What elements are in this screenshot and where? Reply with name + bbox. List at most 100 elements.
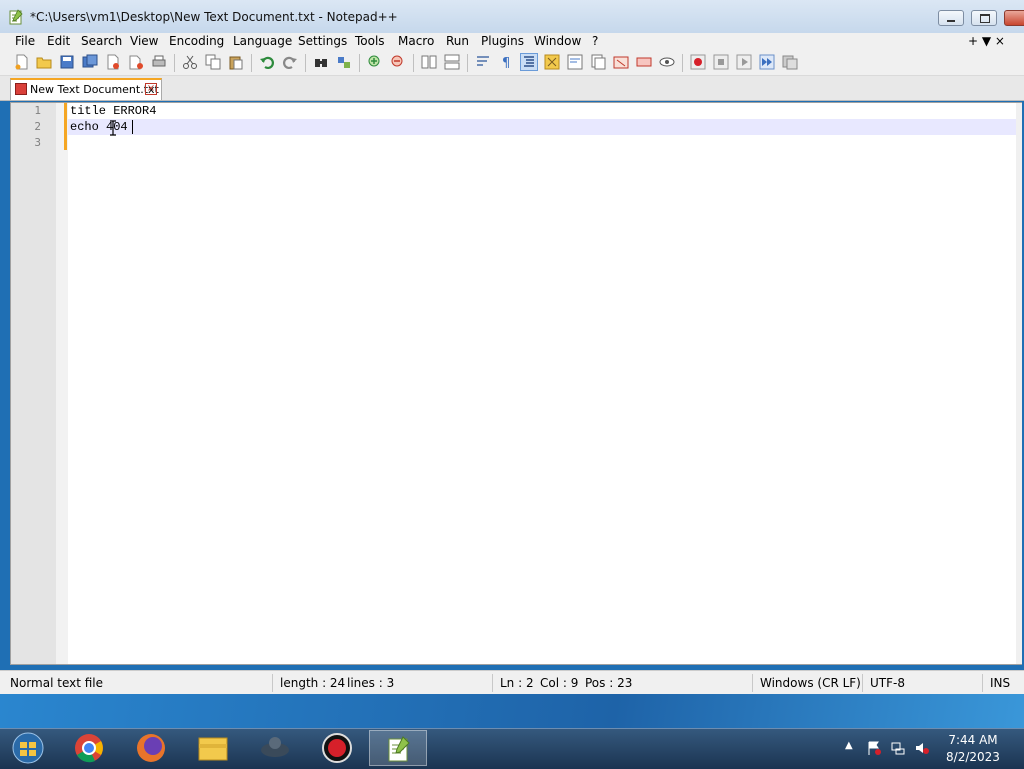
start-orb-icon[interactable] (2, 730, 58, 766)
toolbar: ¶ (0, 49, 1024, 76)
status-file-type: Normal text file (10, 676, 104, 690)
minimize-button[interactable] (938, 10, 964, 26)
clock-time[interactable]: 7:44 AM (940, 733, 1006, 747)
fold-margin (56, 103, 68, 664)
replace-icon[interactable] (336, 54, 352, 70)
status-length: length : 24 (280, 676, 346, 690)
toolbar-separator (174, 54, 175, 72)
close-window-button[interactable] (1004, 10, 1024, 26)
network-icon[interactable] (890, 740, 906, 756)
toolbar-separator (359, 54, 360, 72)
save-all-icon[interactable] (82, 54, 98, 70)
record-macro-icon[interactable] (690, 54, 706, 70)
show-all-characters-icon[interactable]: ¶ (498, 54, 514, 70)
tab-close-icon[interactable]: × (145, 83, 157, 95)
status-encoding[interactable]: UTF-8 (870, 676, 905, 690)
status-eol[interactable]: Windows (CR LF) (760, 676, 861, 690)
menu-settings[interactable]: Settings (298, 33, 347, 49)
menu-view[interactable]: View (130, 33, 158, 49)
indent-guide-icon[interactable] (520, 53, 538, 71)
monitoring-icon[interactable] (636, 54, 652, 70)
svg-text:¶: ¶ (502, 56, 510, 70)
menu-plugins[interactable]: Plugins (481, 33, 524, 49)
status-insert-mode[interactable]: INS (990, 676, 1010, 690)
maximize-button[interactable] (971, 10, 997, 26)
status-lines: lines : 3 (347, 676, 395, 690)
ibeam-cursor-icon (110, 120, 116, 136)
new-file-icon[interactable] (14, 54, 30, 70)
word-wrap-icon[interactable] (475, 54, 491, 70)
menu-edit[interactable]: Edit (47, 33, 70, 49)
open-file-icon[interactable] (36, 54, 52, 70)
desktop-background (0, 694, 1024, 728)
status-position: Pos : 23 (585, 676, 633, 690)
zoom-in-icon[interactable] (367, 54, 383, 70)
taskbar-button-notepadpp[interactable] (369, 730, 427, 766)
maximize-icon (980, 14, 990, 23)
toolbar-separator (413, 54, 414, 72)
notepadpp-icon (388, 736, 410, 762)
play-macro-icon[interactable] (736, 54, 752, 70)
function-list-icon[interactable] (590, 54, 606, 70)
save-macro-icon[interactable] (782, 54, 798, 70)
zoom-out-icon[interactable] (390, 54, 406, 70)
stop-macro-icon[interactable] (713, 54, 729, 70)
print-icon[interactable] (151, 54, 167, 70)
status-column: Col : 9 (540, 676, 579, 690)
window-title: *C:\Users\vm1\Desktop\New Text Document.… (30, 10, 398, 24)
change-history-marker (64, 103, 67, 150)
toolbar-separator (682, 54, 683, 72)
sync-vertical-icon[interactable] (421, 54, 437, 70)
run-macro-multiple-icon[interactable] (759, 54, 775, 70)
clock-date[interactable]: 8/2/2023 (940, 750, 1006, 764)
menu-macro[interactable]: Macro (398, 33, 434, 49)
menu-encoding[interactable]: Encoding (169, 33, 224, 49)
cut-icon[interactable] (182, 54, 198, 70)
redo-icon[interactable] (282, 54, 298, 70)
folder-as-workspace-icon[interactable] (613, 54, 629, 70)
toolbar-separator (467, 54, 468, 72)
chrome-icon[interactable] (61, 730, 117, 766)
status-separator (272, 674, 273, 692)
app-icon[interactable] (247, 730, 303, 766)
status-separator (752, 674, 753, 692)
document-map-icon[interactable] (567, 54, 583, 70)
eye-icon[interactable] (659, 54, 675, 70)
vertical-scrollbar[interactable] (1016, 103, 1022, 664)
menu-language[interactable]: Language (233, 33, 292, 49)
paste-icon[interactable] (228, 54, 244, 70)
close-all-icon[interactable] (128, 54, 144, 70)
menu-bar-controls[interactable]: + ▼ × (968, 33, 1005, 49)
close-file-icon[interactable] (105, 54, 121, 70)
status-bar: Normal text file length : 24 lines : 3 L… (0, 670, 1024, 695)
notepadpp-app-icon (9, 9, 23, 25)
sync-horizontal-icon[interactable] (444, 54, 460, 70)
editor-area[interactable] (10, 102, 1022, 665)
copy-icon[interactable] (205, 54, 221, 70)
menu-search[interactable]: Search (81, 33, 122, 49)
file-explorer-icon[interactable] (185, 730, 241, 766)
firefox-icon[interactable] (123, 730, 179, 766)
status-separator (982, 674, 983, 692)
action-center-flag-icon[interactable] (866, 740, 882, 756)
menu-window[interactable]: Window (534, 33, 581, 49)
save-icon[interactable] (59, 54, 75, 70)
menu-tools[interactable]: Tools (355, 33, 385, 49)
minimize-icon (947, 20, 955, 22)
find-icon[interactable] (313, 54, 329, 70)
show-hidden-icons-icon[interactable]: ▲ (845, 740, 853, 751)
menu-help[interactable]: ? (592, 33, 598, 49)
toolbar-separator (305, 54, 306, 72)
menu-bar: File Edit Search View Encoding Language … (0, 33, 1024, 49)
undo-icon[interactable] (259, 54, 275, 70)
user-defined-language-icon[interactable] (544, 54, 560, 70)
volume-muted-icon[interactable] (914, 740, 930, 756)
code-line[interactable]: echo 404 (70, 119, 128, 135)
code-line[interactable]: title ERROR4 (70, 103, 156, 119)
menu-run[interactable]: Run (446, 33, 469, 49)
recorder-icon[interactable] (309, 730, 365, 766)
menu-file[interactable]: File (15, 33, 35, 49)
status-separator (862, 674, 863, 692)
line-number: 1 (34, 104, 41, 117)
tab-label: New Text Document.txt (30, 83, 159, 96)
